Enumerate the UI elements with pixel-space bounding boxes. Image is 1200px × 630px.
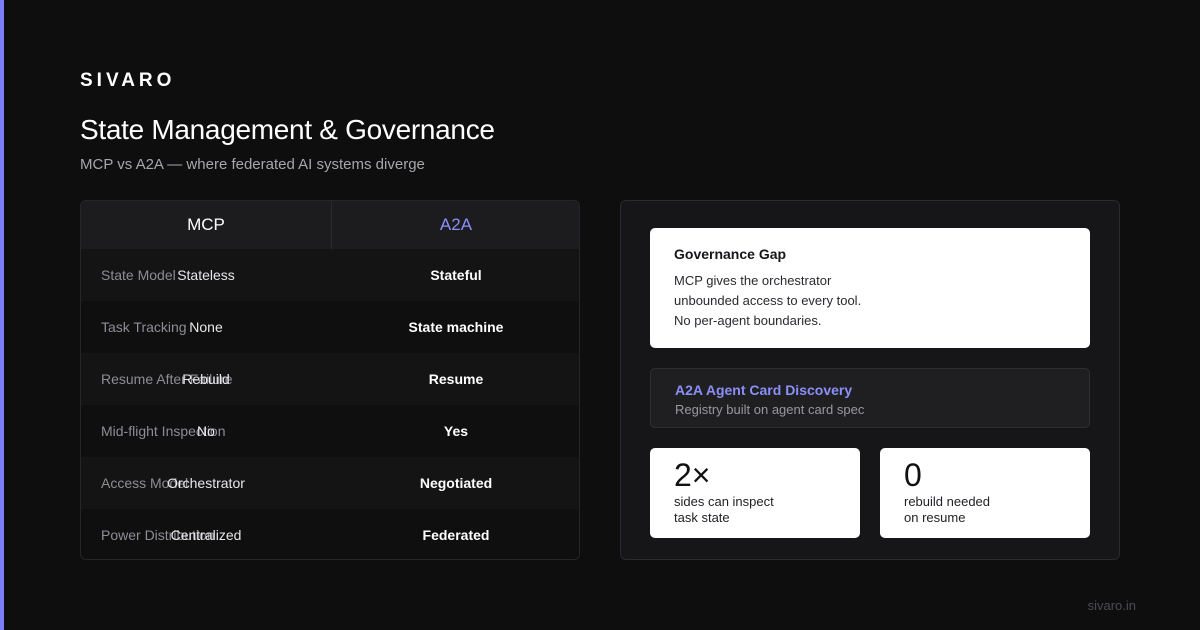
- mcp-value: Stateless: [177, 267, 235, 283]
- mcp-value: Orchestrator: [167, 475, 245, 491]
- footer-url: sivaro.in: [1087, 598, 1136, 613]
- stat-caption: task state: [674, 510, 730, 525]
- insights-panel: Governance Gap MCP gives the orchestrato…: [620, 200, 1120, 560]
- discovery-card: A2A Agent Card Discovery Registry built …: [650, 368, 1090, 428]
- mcp-value: None: [189, 319, 223, 335]
- page-title: State Management & Governance: [80, 114, 495, 145]
- discovery-subtitle: Registry built on agent card spec: [675, 402, 865, 417]
- mcp-value: No: [197, 423, 215, 439]
- a2a-value: Resume: [428, 371, 484, 387]
- header-mcp: MCP: [187, 215, 225, 234]
- discovery-title: A2A Agent Card Discovery: [675, 382, 853, 398]
- stat-value: 0: [904, 457, 922, 493]
- governance-line: unbounded access to every tool.: [674, 293, 862, 308]
- accent-bar: [0, 0, 4, 630]
- a2a-value: Stateful: [430, 267, 482, 283]
- table-row: State Model Stateless Stateful: [81, 249, 579, 301]
- comparison-table: MCP A2A State Model Stateless Stateful T…: [80, 200, 580, 560]
- mcp-value: Centralized: [170, 527, 242, 543]
- a2a-value: State machine: [408, 319, 504, 335]
- stat-card: 2× sides can inspect task state: [650, 448, 860, 538]
- governance-title: Governance Gap: [674, 246, 787, 262]
- table-row: Power Distribution Centralized Federated: [81, 509, 579, 559]
- table-row: Resume After Failure Rebuild Resume: [81, 353, 579, 405]
- page-subtitle: MCP vs A2A — where federated AI systems …: [80, 156, 425, 173]
- table-row: Access Model Orchestrator Negotiated: [81, 457, 579, 509]
- table-row: Mid-flight Inspection No Yes: [81, 405, 579, 457]
- stat-value: 2×: [674, 457, 711, 493]
- stat-caption: sides can inspect: [674, 494, 774, 509]
- stat-card: 0 rebuild needed on resume: [880, 448, 1090, 538]
- table-row: Task Tracking None State machine: [81, 301, 579, 353]
- a2a-value: Federated: [422, 527, 490, 543]
- governance-card: Governance Gap MCP gives the orchestrato…: [650, 228, 1090, 348]
- table-header: MCP A2A: [81, 201, 579, 249]
- header-a2a: A2A: [439, 215, 473, 234]
- governance-line: No per-agent boundaries.: [674, 313, 822, 328]
- stat-caption: on resume: [904, 510, 966, 525]
- a2a-value: Yes: [443, 423, 469, 439]
- brand-logo: SIVARO: [80, 70, 176, 91]
- stat-caption: rebuild needed: [904, 494, 991, 509]
- mcp-value: Rebuild: [182, 371, 230, 387]
- a2a-value: Negotiated: [419, 475, 493, 491]
- governance-line: MCP gives the orchestrator: [674, 273, 832, 288]
